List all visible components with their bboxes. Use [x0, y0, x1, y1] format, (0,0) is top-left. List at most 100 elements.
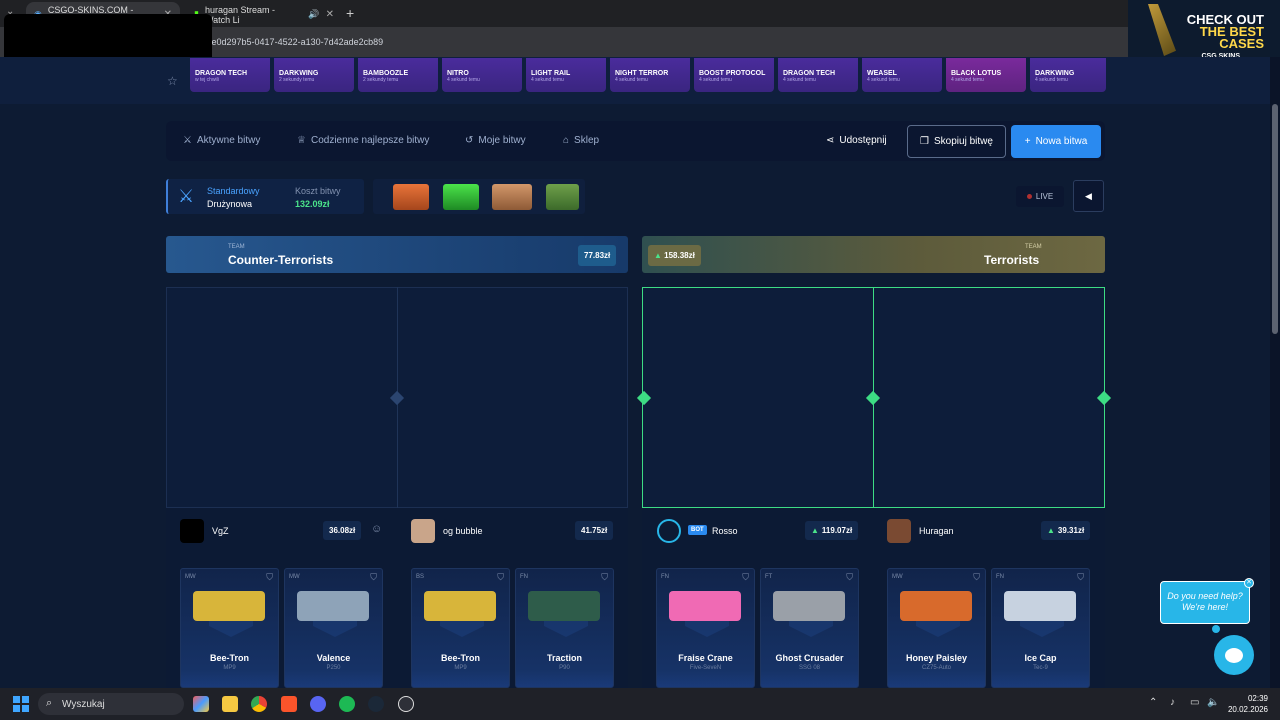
- item-card[interactable]: FN ⛉ Ice Cap Tec-9: [991, 568, 1090, 688]
- volume-icon[interactable]: 🔈: [1207, 697, 1219, 708]
- drop-card[interactable]: NITRO 4 sekund temu: [442, 58, 522, 92]
- team-name: Counter-Terrorists: [228, 253, 334, 267]
- chat-button[interactable]: [1214, 635, 1254, 675]
- taskbar: [0, 688, 1280, 720]
- emoji-icon[interactable]: ☺: [371, 523, 382, 535]
- brave-icon[interactable]: [281, 696, 297, 712]
- nav-active-battles[interactable]: ⚔ Aktywne bitwy: [183, 135, 260, 146]
- case-image-icon[interactable]: [393, 184, 429, 210]
- star-icon[interactable]: ☆: [167, 74, 178, 88]
- trophy-icon: ♕: [297, 135, 306, 146]
- arrow-up-icon: ▲: [811, 526, 819, 535]
- url-text[interactable]: e/e0d297b5-0417-4522-a130-7d42ade2cb89: [204, 37, 383, 47]
- nav-shop[interactable]: ⌂ Sklep: [563, 135, 599, 146]
- battle-mode: Standardowy: [207, 186, 260, 196]
- weapon-image-icon: [669, 591, 741, 621]
- avatar[interactable]: [180, 519, 204, 543]
- player-name[interactable]: Rosso: [712, 526, 738, 536]
- nav-my-battles[interactable]: ↺ Moje bitwy: [465, 135, 526, 146]
- item-card[interactable]: MW ⛉ Honey Paisley CZ75-Auto: [887, 568, 986, 688]
- avatar[interactable]: [411, 519, 435, 543]
- taskbar-search[interactable]: ⌕ Wyszukaj: [38, 693, 184, 715]
- drop-card[interactable]: DRAGON TECH w tej chwili: [190, 58, 270, 92]
- windows-start-icon[interactable]: [13, 696, 29, 712]
- file-explorer-icon[interactable]: [222, 696, 238, 712]
- drop-card[interactable]: LIGHT RAIL 4 sekund temu: [526, 58, 606, 92]
- chrome-icon[interactable]: [251, 696, 267, 712]
- shield-icon[interactable]: ⛉: [846, 572, 853, 583]
- case-image-icon[interactable]: [443, 184, 479, 210]
- battle-mode-box: [166, 179, 364, 214]
- drop-card[interactable]: BAMBOOZLE 2 sekundy temu: [358, 58, 438, 92]
- drop-card[interactable]: NIGHT TERROR 4 sekund temu: [610, 58, 690, 92]
- drop-card[interactable]: DRAGON TECH 4 sekund temu: [778, 58, 858, 92]
- drop-card[interactable]: WEASEL 4 sekund temu: [862, 58, 942, 92]
- audio-icon[interactable]: 🔊: [308, 9, 319, 20]
- live-dot-icon: [1026, 194, 1032, 199]
- spotify-icon[interactable]: [339, 696, 355, 712]
- player-name[interactable]: VgZ: [212, 526, 229, 536]
- system-clock[interactable]: 02:39 20.02.2026: [1226, 693, 1268, 715]
- ad-line3: CASES: [1219, 36, 1264, 51]
- shield-icon[interactable]: ⛉: [973, 572, 980, 583]
- close-tab-icon[interactable]: ✕: [326, 9, 334, 20]
- new-tab-button[interactable]: +: [346, 5, 354, 21]
- item-card[interactable]: BS ⛉ Bee-Tron MP9: [411, 568, 510, 688]
- weapon-image-icon: [424, 591, 496, 621]
- search-icon: ⌕: [46, 697, 53, 709]
- weapon-image-icon: [900, 591, 972, 621]
- shield-icon[interactable]: ⛉: [370, 572, 377, 583]
- history-icon: ↺: [465, 135, 474, 146]
- knife-image-icon: [1148, 4, 1176, 56]
- case-image-icon[interactable]: [546, 184, 579, 210]
- bot-avatar-icon: [657, 519, 681, 543]
- item-card[interactable]: FN ⛉ Fraise Crane Five-SeveN: [656, 568, 755, 688]
- shield-icon[interactable]: ⛉: [1077, 572, 1084, 583]
- share-button[interactable]: ⋖ Udostępnij: [826, 135, 887, 146]
- avatar[interactable]: [887, 519, 911, 543]
- player-value: 41.75zł: [575, 521, 614, 540]
- copilot-icon[interactable]: [193, 696, 209, 712]
- discord-icon[interactable]: [310, 696, 326, 712]
- drop-card[interactable]: DARKWING 2 sekundy temu: [274, 58, 354, 92]
- scrollbar-thumb[interactable]: [1272, 104, 1278, 334]
- bubble-tail-icon: [1212, 625, 1220, 633]
- case-image-icon[interactable]: [492, 184, 532, 210]
- player-name[interactable]: og bubble: [443, 526, 483, 536]
- team-label: TEAM: [1025, 244, 1042, 250]
- drop-card[interactable]: BLACK LOTUS 4 sekund temu: [946, 58, 1026, 92]
- network-icon[interactable]: ▭: [1190, 697, 1199, 708]
- new-battle-button[interactable]: + Nowa bitwa: [1011, 125, 1101, 158]
- sound-toggle-button[interactable]: ◀: [1073, 180, 1104, 212]
- battle-cost: 132.09zł: [295, 199, 330, 209]
- help-bubble[interactable]: Do you need help? We're here!: [1160, 581, 1250, 624]
- tray-chevron-icon[interactable]: ⌃: [1149, 697, 1157, 708]
- weapon-image-icon: [193, 591, 265, 621]
- app-icon[interactable]: [398, 696, 414, 712]
- team-value: 77.83zł: [578, 245, 617, 266]
- share-icon: ⋖: [826, 135, 835, 146]
- shield-icon[interactable]: ⛉: [601, 572, 608, 583]
- ad-banner[interactable]: CHECK OUT THE BEST CASES CSG SKINS: [1128, 0, 1280, 62]
- close-icon[interactable]: ✕: [1244, 578, 1254, 588]
- steam-icon[interactable]: [368, 696, 384, 712]
- item-card[interactable]: MW ⛉ Valence P250: [284, 568, 383, 688]
- ct-player-row: [166, 508, 628, 554]
- speaker-icon: ◀: [1085, 190, 1092, 201]
- tab-title: huragan Stream - Watch Li: [204, 4, 275, 25]
- item-card[interactable]: FT ⛉ Ghost Crusader SSG 08: [760, 568, 859, 688]
- item-card[interactable]: MW ⛉ Bee-Tron MP9: [180, 568, 279, 688]
- copy-battle-button[interactable]: ❐ Skopiuj bitwę: [907, 125, 1006, 158]
- shield-icon[interactable]: ⛉: [497, 572, 504, 583]
- weapon-image-icon: [1004, 591, 1076, 621]
- drop-card[interactable]: DARKWING 4 sekund temu: [1030, 58, 1106, 92]
- microphone-icon[interactable]: ♪: [1170, 697, 1175, 708]
- item-card[interactable]: FN ⛉ Traction P90: [515, 568, 614, 688]
- nav-daily-best[interactable]: ♕ Codzienne najlepsze bitwy: [297, 135, 429, 146]
- drop-card[interactable]: BOOST PROTOCOL 4 sekund temu: [694, 58, 774, 92]
- weapon-image-icon: [528, 591, 600, 621]
- shield-icon[interactable]: ⛉: [266, 572, 273, 583]
- crossed-swords-icon: ⚔: [183, 135, 192, 146]
- shield-icon[interactable]: ⛉: [742, 572, 749, 583]
- player-name[interactable]: Huragan: [919, 526, 954, 536]
